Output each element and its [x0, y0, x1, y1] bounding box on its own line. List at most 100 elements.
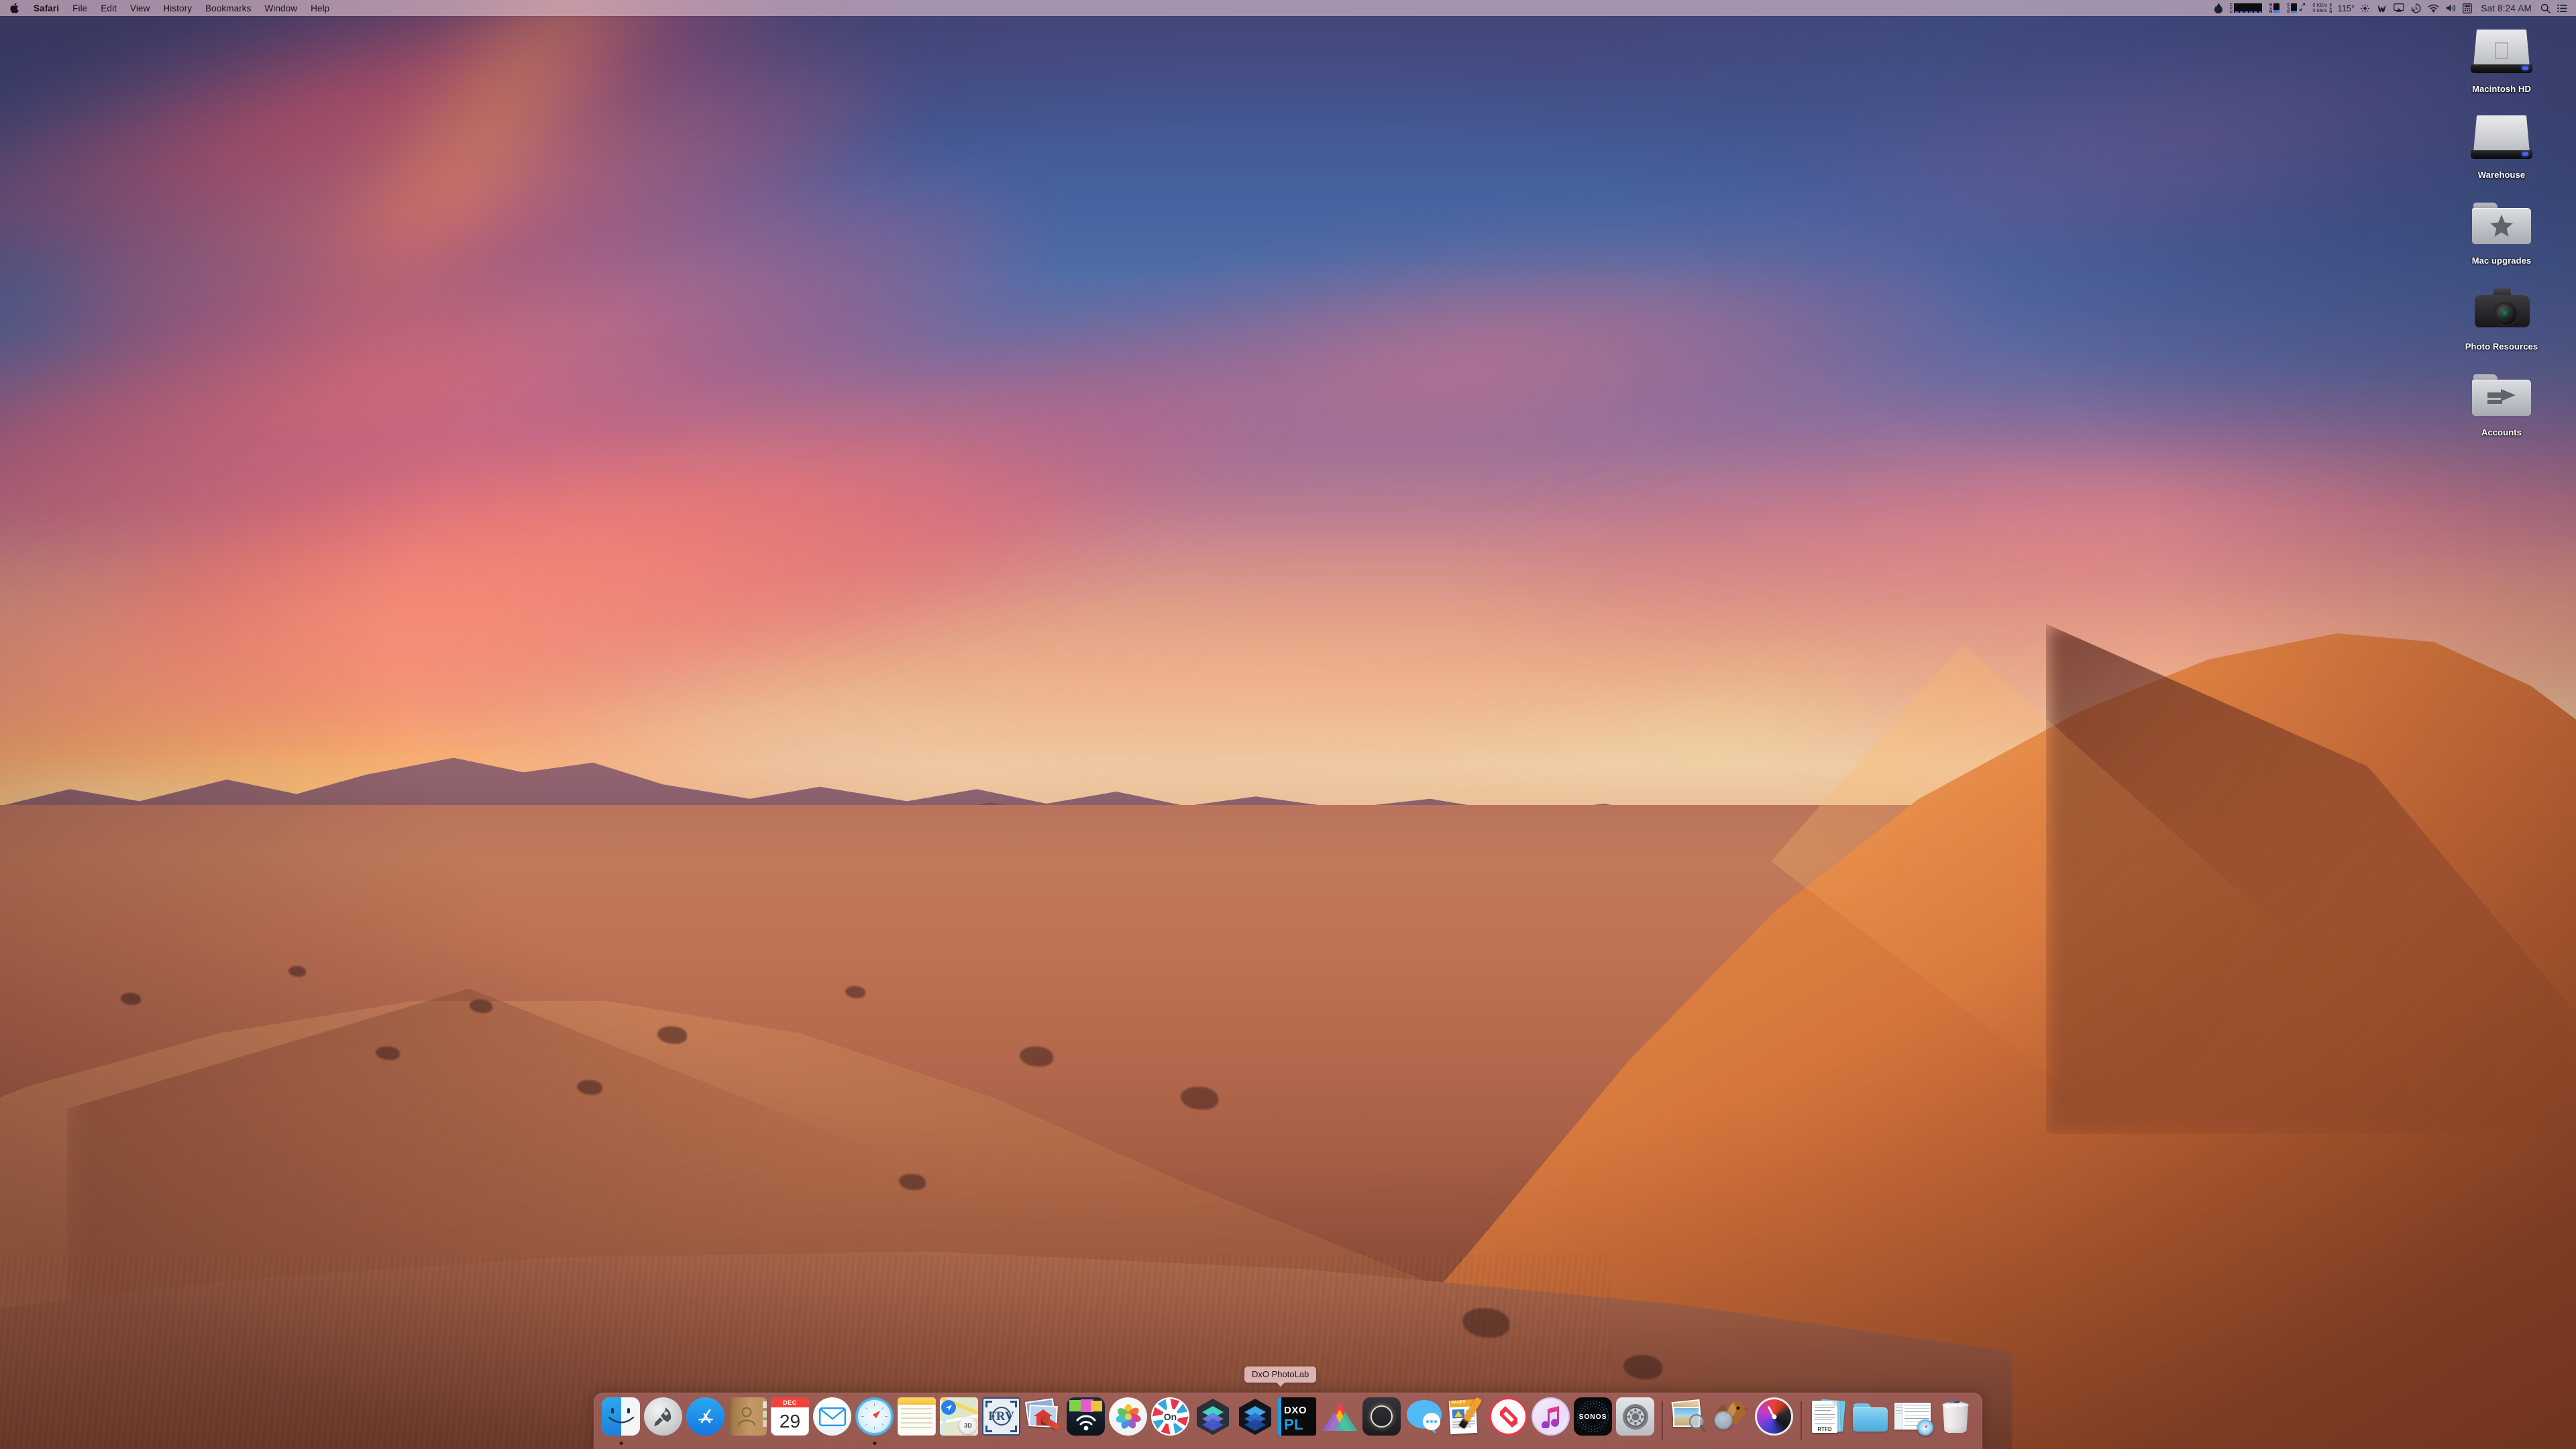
dock-item-pages[interactable]: PAGES — [1445, 1393, 1487, 1449]
dock-item-mail[interactable] — [811, 1393, 853, 1449]
fastrawviewer-icon: FRV — [982, 1397, 1020, 1436]
luminar-icon — [1320, 1397, 1358, 1436]
calendar-icon: DEC 29 — [771, 1397, 809, 1436]
dock-item-calendar[interactable]: DEC 29 — [769, 1393, 811, 1449]
dock-item-photos[interactable] — [1107, 1393, 1149, 1449]
documents-stack-label: RTFD — [1817, 1426, 1832, 1432]
desktop-icon-accounts[interactable]: Accounts — [2445, 366, 2559, 437]
dock-item-news[interactable] — [1487, 1393, 1529, 1449]
notification-center-icon[interactable] — [2554, 0, 2571, 16]
graphicconverter-icon — [1024, 1397, 1063, 1436]
dock-item-affinity-designer[interactable] — [1234, 1393, 1276, 1449]
menu-window[interactable]: Window — [258, 0, 305, 16]
dock-item-graphicconverter[interactable] — [1022, 1393, 1065, 1449]
memory-monitor[interactable]: MEM — [2265, 0, 2283, 16]
dock-item-preview[interactable] — [1668, 1393, 1711, 1449]
running-indicator — [873, 1442, 876, 1445]
calculator-icon[interactable] — [2459, 0, 2475, 16]
temperature-reading[interactable]: 115° — [2337, 0, 2357, 16]
dock-item-launchpad[interactable] — [642, 1393, 684, 1449]
ssd-label: SSD — [2286, 3, 2291, 13]
apple-logo-icon[interactable] — [7, 0, 27, 16]
desktop-icon-warehouse[interactable]: Warehouse — [2445, 109, 2559, 180]
dock-item-fastrawviewer[interactable]: FRV — [980, 1393, 1022, 1449]
menu-bookmarks[interactable]: Bookmarks — [199, 0, 258, 16]
menu-history[interactable]: History — [156, 0, 199, 16]
dock-item-system-preferences[interactable] — [1614, 1393, 1656, 1449]
menu-app-name[interactable]: Safari — [27, 0, 66, 16]
trash-icon — [1936, 1397, 1974, 1436]
dxo-label-bottom: PL — [1284, 1416, 1304, 1433]
app-store-icon — [686, 1397, 724, 1436]
dock-item-trash[interactable] — [1934, 1393, 1976, 1449]
fan-icon[interactable] — [2357, 0, 2373, 16]
dock-item-devonthink[interactable] — [1711, 1393, 1753, 1449]
desktop-icon-macintosh-hd[interactable]:  Macintosh HD — [2445, 23, 2559, 94]
dock-item-documents-stack[interactable]: RTFD — [1807, 1393, 1849, 1449]
time-machine-icon[interactable] — [2408, 0, 2424, 16]
malwarebytes-icon[interactable] — [2373, 0, 2390, 16]
cpu-monitor[interactable]: CPU — [2226, 0, 2265, 16]
dock-item-bartender[interactable] — [1753, 1393, 1795, 1449]
desktop-icon-label: Warehouse — [2477, 170, 2526, 180]
mail-icon — [813, 1397, 851, 1436]
desktop-icon-column:  Macintosh HD Warehouse Mac upgrades — [2445, 23, 2559, 452]
dock-item-capture-one[interactable] — [1360, 1393, 1403, 1449]
messages-icon — [1405, 1397, 1443, 1436]
camera-folder-icon — [2461, 280, 2542, 338]
menu-view[interactable]: View — [123, 0, 156, 16]
menu-edit[interactable]: Edit — [94, 0, 123, 16]
dock-item-affinity-photo[interactable] — [1191, 1393, 1234, 1449]
external-drive-icon — [2461, 109, 2542, 166]
sonos-label: SONOS — [1578, 1412, 1607, 1421]
dock-item-luminar[interactable] — [1318, 1393, 1360, 1449]
sensors-label: SEN — [2328, 3, 2333, 13]
volume-icon[interactable] — [2443, 0, 2459, 16]
safari-badge-icon — [1917, 1419, 1933, 1436]
preview-icon — [1670, 1397, 1709, 1436]
frv-label: FRV — [988, 1409, 1014, 1424]
sonos-icon: SONOS — [1574, 1397, 1612, 1436]
dock-item-itunes[interactable] — [1529, 1393, 1572, 1449]
folder-arrow-icon — [2461, 366, 2542, 424]
dock-item-downloads-stack[interactable] — [1892, 1393, 1934, 1449]
on1-label: On — [1163, 1411, 1177, 1422]
dock-item-notes[interactable] — [896, 1393, 938, 1449]
dock-item-messages[interactable] — [1403, 1393, 1445, 1449]
dock-item-contacts[interactable] — [727, 1393, 769, 1449]
running-indicator — [619, 1442, 623, 1445]
menu-help[interactable]: Help — [304, 0, 336, 16]
menu-bar-left: Safari File Edit View History Bookmarks … — [0, 0, 336, 16]
desktop-icon-mac-upgrades[interactable]: Mac upgrades — [2445, 195, 2559, 266]
dock-item-folder-stack[interactable] — [1849, 1393, 1892, 1449]
dock-item-dxo-photolab[interactable]: DXO PL — [1276, 1393, 1318, 1449]
ssd-monitor[interactable]: SSD — [2283, 0, 2309, 16]
search-icon[interactable] — [2537, 0, 2554, 16]
dock-item-on1-photo-raw[interactable]: On — [1149, 1393, 1191, 1449]
menu-file[interactable]: File — [66, 0, 94, 16]
photosync-icon — [1067, 1397, 1105, 1436]
dock-separator-1 — [1662, 1401, 1663, 1440]
dock-item-safari[interactable] — [853, 1393, 896, 1449]
folder-star-icon — [2461, 195, 2542, 252]
desktop-icon-photo-resources[interactable]: Photo Resources — [2445, 280, 2559, 352]
notes-icon — [898, 1397, 936, 1436]
contacts-icon — [729, 1397, 767, 1436]
desktop-icon-label: Mac upgrades — [2471, 256, 2532, 266]
wifi-icon[interactable] — [2424, 0, 2443, 16]
pages-icon: PAGES — [1447, 1397, 1485, 1436]
airplay-icon[interactable] — [2390, 0, 2408, 16]
scrub-bush — [288, 966, 306, 977]
dock-item-photosync[interactable] — [1065, 1393, 1107, 1449]
launchpad-icon — [644, 1397, 682, 1436]
network-monitor[interactable]: 0 KB/s 0 KB/s SEN — [2309, 0, 2337, 16]
dock-item-maps[interactable]: 3D — [938, 1393, 980, 1449]
flame-icon[interactable] — [2211, 0, 2226, 16]
dock-item-app-store[interactable] — [684, 1393, 727, 1449]
dock-item-finder[interactable] — [600, 1393, 642, 1449]
menu-bar-clock[interactable]: Sat 8:24 AM — [2475, 0, 2537, 16]
dock-item-sonos[interactable]: SONOS — [1572, 1393, 1614, 1449]
scrub-bush — [121, 993, 141, 1005]
hard-drive-icon:  — [2461, 23, 2542, 80]
finder-icon — [602, 1397, 640, 1436]
